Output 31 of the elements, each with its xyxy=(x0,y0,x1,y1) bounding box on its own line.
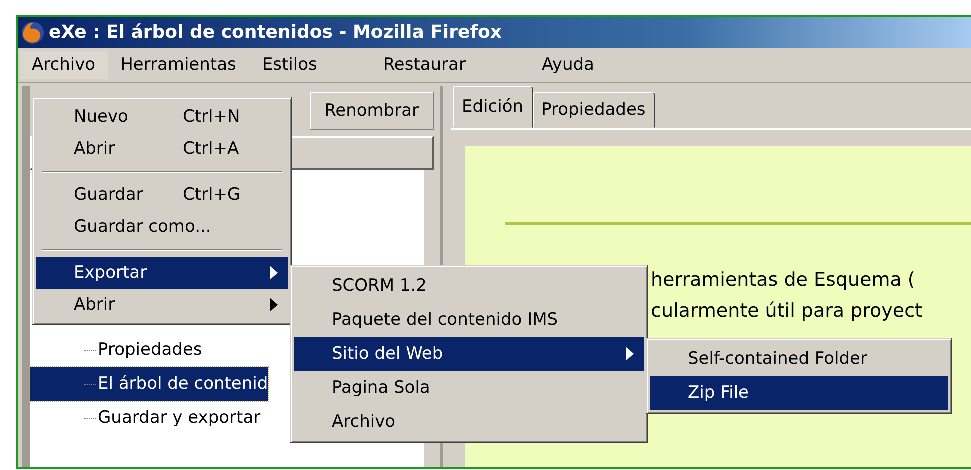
menu-item[interactable]: Guardar Ctrl+G xyxy=(36,179,288,211)
menu-item[interactable]: Zip File xyxy=(650,376,948,410)
menu-item[interactable]: Archivo xyxy=(294,405,644,439)
menu-bar-item[interactable]: Archivo xyxy=(20,51,108,79)
menu-item[interactable]: Nuevo Ctrl+N xyxy=(36,101,288,133)
tree-item[interactable]: Guardar y exportar xyxy=(30,401,261,435)
menu-item[interactable]: SCORM 1.2 xyxy=(294,269,644,303)
content-text: cularmente útil para proyect xyxy=(651,299,923,324)
menu-item[interactable]: Paquete del contenido IMS xyxy=(294,303,644,337)
rename-button[interactable]: Renombrar xyxy=(310,92,434,130)
tab[interactable]: Edición xyxy=(453,86,533,128)
submenu-arrow-icon xyxy=(626,347,634,361)
tab[interactable]: Propiedades xyxy=(532,92,655,128)
tree-item[interactable]: Propiedades xyxy=(30,333,202,367)
submenu-arrow-icon xyxy=(270,298,278,312)
menu-item[interactable]: Pagina Sola xyxy=(294,371,644,405)
browser-logo-icon xyxy=(21,20,45,44)
menu-item[interactable]: Abrir Ctrl+A xyxy=(36,133,288,165)
content-text: herramientas de Esquema ( xyxy=(651,268,916,293)
menu-bar-item[interactable]: Estilos xyxy=(249,50,330,80)
submenu-arrow-icon xyxy=(270,266,278,280)
menu-bar-item[interactable]: Restaurar xyxy=(370,50,479,80)
tree-item[interactable]: El árbol de contenid xyxy=(30,367,268,401)
menu-item[interactable]: Sitio del Web xyxy=(294,337,644,371)
menu-bar-item[interactable]: Ayuda xyxy=(528,50,608,80)
window-title: eXe : El árbol de contenidos - Mozilla Firefox xyxy=(49,22,502,43)
menu-item[interactable]: Self-contained Folder xyxy=(650,342,948,376)
menu-item[interactable]: Abrir xyxy=(36,289,288,321)
menu-bar-item[interactable]: Herramientas xyxy=(108,50,250,80)
menu-item[interactable]: Guardar como... xyxy=(36,211,288,243)
menu-item[interactable]: Exportar xyxy=(36,257,288,289)
